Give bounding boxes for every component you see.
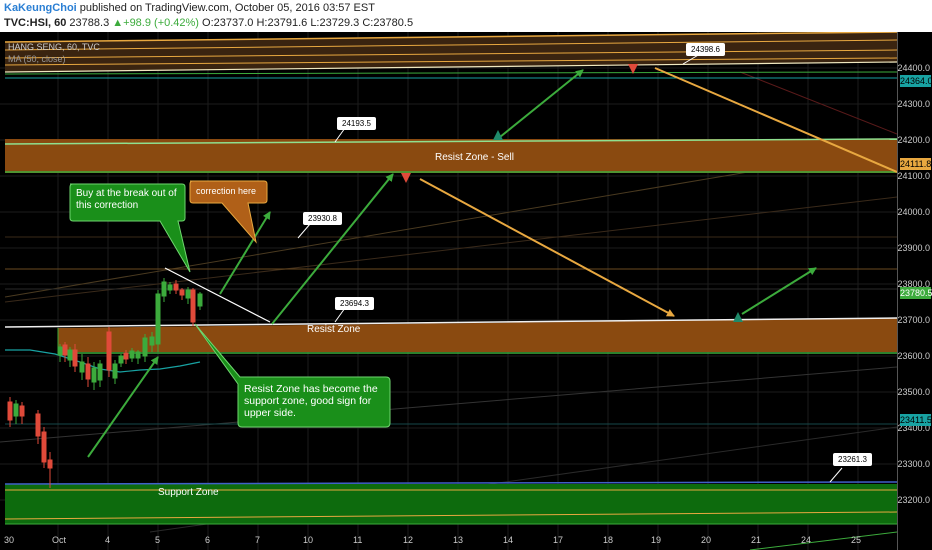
- price-label: 23900.0: [897, 243, 930, 253]
- time-label: 18: [603, 535, 614, 545]
- time-label: 7: [255, 535, 261, 545]
- price-label: 23700.0: [897, 315, 930, 325]
- ohlc-low: L:23729.3: [310, 17, 360, 29]
- price-label: 24000.0: [897, 207, 930, 217]
- price-change: +98.9 (+0.42%): [123, 17, 199, 29]
- time-label: 6: [205, 535, 211, 545]
- time-label: 12: [403, 535, 414, 545]
- price-label: 23600.0: [897, 351, 930, 361]
- price-callout: 23694.3: [335, 297, 374, 310]
- time-label: 17: [553, 535, 564, 545]
- time-label: 19: [651, 535, 662, 545]
- price-callout: 23261.3: [833, 453, 872, 466]
- time-label: 5: [155, 535, 161, 545]
- grid: [0, 32, 897, 550]
- price-label: 24300.0: [897, 99, 930, 109]
- resist-sell-label: Resist Zone - Sell: [435, 152, 514, 163]
- price-callout: 23930.8: [303, 212, 342, 225]
- ma-legend[interactable]: MA (50, close): [8, 54, 66, 64]
- price-label: 23300.0: [897, 459, 930, 469]
- resist-zone-label: Resist Zone: [307, 324, 361, 335]
- time-label: 11: [353, 535, 363, 545]
- author-link[interactable]: KaKeungChoi: [4, 2, 77, 14]
- up-arrow-icon: ▲: [112, 17, 124, 29]
- time-label: Oct: [52, 535, 67, 545]
- price-label: 23500.0: [897, 387, 930, 397]
- price-tag: 24111.8: [900, 158, 932, 170]
- top-channel: [4, 32, 897, 79]
- support-note-text: Resist Zone has become the support zone,…: [244, 383, 378, 419]
- correction-note-text: correction here: [196, 186, 257, 196]
- price-tag: 24364.0: [900, 75, 932, 87]
- ohlc-open: O:23737.0: [202, 17, 254, 29]
- candles-down: [7, 280, 196, 488]
- time-label: 14: [503, 535, 514, 545]
- price-label: 24200.0: [897, 135, 930, 145]
- time-label: 21: [751, 535, 762, 545]
- price-callout: 24193.5: [337, 117, 376, 130]
- price-label: 24400.0: [897, 63, 930, 73]
- price-label: 24100.0: [897, 171, 930, 181]
- price-axis[interactable]: 24400.0 24300.0 24200.0 24100.0 24000.0 …: [897, 32, 932, 550]
- ohlc-close: C:23780.5: [362, 17, 414, 29]
- resist-zone-lower: [4, 317, 897, 354]
- chart-title: HANG SENG, 60, TVC: [8, 42, 100, 52]
- time-label: 25: [851, 535, 862, 545]
- support-zone: [4, 481, 897, 550]
- support-zone-label: Support Zone: [158, 487, 219, 498]
- green-arrows: [87, 69, 817, 458]
- time-label: 24: [801, 535, 812, 545]
- buy-note-text: Buy at the break out of this correction: [76, 188, 177, 211]
- ohlc-high: H:23791.6: [256, 17, 308, 29]
- tradingview-snapshot: KaKeungChoi published on TradingView.com…: [0, 0, 932, 550]
- time-label: 30: [4, 535, 15, 545]
- time-label: 4: [105, 535, 111, 545]
- price-chart[interactable]: [0, 32, 897, 550]
- symbol-label: TVC:HSI, 60: [4, 17, 67, 29]
- price-tag: 23411.5: [900, 414, 932, 426]
- price-callout: 24398.6: [686, 43, 725, 56]
- time-label: 10: [303, 535, 314, 545]
- price-label: 23200.0: [897, 495, 930, 505]
- last-price: 23788.3: [69, 17, 110, 29]
- time-label: 20: [701, 535, 712, 545]
- signal-markers: [401, 64, 743, 322]
- header-bar: KaKeungChoi published on TradingView.com…: [0, 0, 932, 32]
- time-label: 13: [453, 535, 464, 545]
- current-price-tag: 23780.5: [900, 287, 932, 299]
- published-text: published on TradingView.com, October 05…: [79, 2, 375, 14]
